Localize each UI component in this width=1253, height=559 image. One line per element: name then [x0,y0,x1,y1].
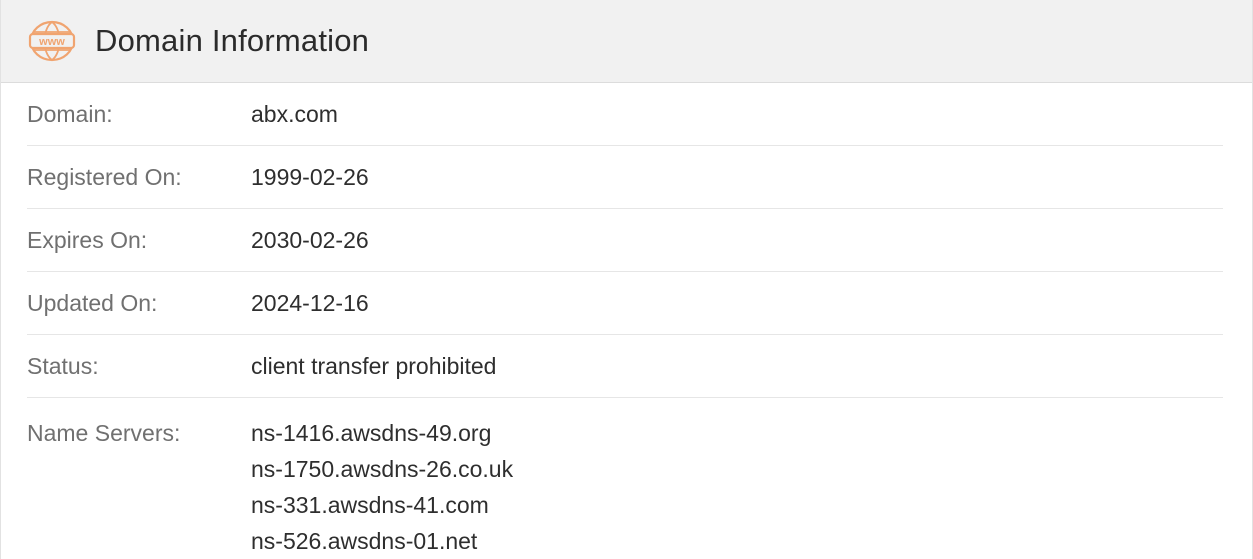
registered-on-row: Registered On: 1999-02-26 [27,146,1223,209]
name-servers-label: Name Servers: [27,420,181,446]
updated-on-value: 2024-12-16 [251,289,369,316]
expires-on-value: 2030-02-26 [251,226,369,253]
registered-on-value: 1999-02-26 [251,163,369,190]
status-label: Status: [27,352,99,379]
expires-on-label: Expires On: [27,226,148,253]
name-servers-list: ns-1416.awsdns-49.org ns-1750.awsdns-26.… [251,415,513,559]
expires-on-row: Expires On: 2030-02-26 [27,209,1223,272]
card-header: www Domain Information [1,0,1252,83]
status-value: client transfer prohibited [251,352,497,379]
domain-info-card: www Domain Information Domain: abx.com R… [0,0,1253,559]
status-row: Status: client transfer prohibited [27,335,1223,398]
name-server-item: ns-526.awsdns-01.net [251,528,478,554]
www-icon-text: www [38,36,65,48]
domain-label: Domain: [27,100,113,127]
name-server-item: ns-331.awsdns-41.com [251,492,489,518]
updated-on-row: Updated On: 2024-12-16 [27,272,1223,335]
domain-row: Domain: abx.com [27,83,1223,146]
domain-value: abx.com [251,100,338,127]
page-title: Domain Information [95,23,370,58]
name-server-item: ns-1416.awsdns-49.org [251,420,492,446]
domain-details-list: Domain: abx.com Registered On: 1999-02-2… [27,83,1223,559]
name-servers-row: Name Servers: ns-1416.awsdns-49.org ns-1… [27,398,1223,559]
registered-on-label: Registered On: [27,163,182,190]
updated-on-label: Updated On: [27,289,158,316]
www-globe-icon: www [28,19,76,63]
name-server-item: ns-1750.awsdns-26.co.uk [251,456,514,482]
